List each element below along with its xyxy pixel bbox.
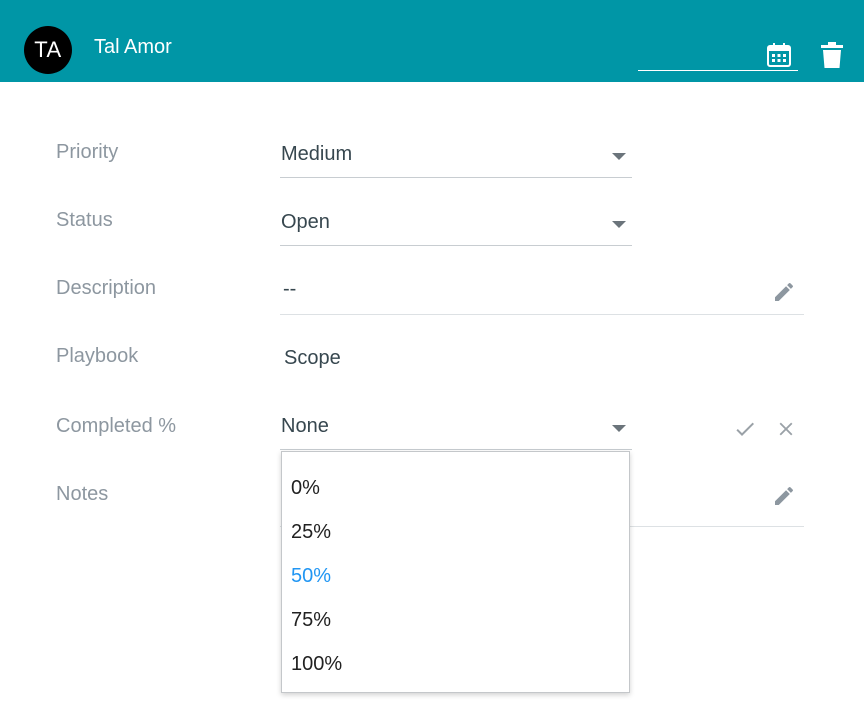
priority-label: Priority bbox=[56, 141, 119, 163]
check-icon[interactable] bbox=[733, 417, 757, 441]
status-select[interactable]: Open bbox=[280, 205, 632, 246]
trash-icon[interactable] bbox=[821, 42, 843, 68]
dropdown-option-75[interactable]: 75% bbox=[291, 609, 331, 632]
status-label: Status bbox=[56, 209, 113, 231]
playbook-label: Playbook bbox=[56, 345, 139, 367]
completed-dropdown-menu: 0% 25% 50% 75% 100% bbox=[281, 451, 630, 693]
calendar-icon[interactable] bbox=[766, 42, 792, 68]
completed-value: None bbox=[281, 415, 329, 437]
chevron-down-icon bbox=[612, 221, 626, 228]
header-bar: TA Tal Amor bbox=[0, 0, 864, 82]
pencil-icon[interactable] bbox=[772, 484, 796, 508]
description-field[interactable]: -- bbox=[280, 270, 804, 315]
chevron-down-icon bbox=[612, 153, 626, 160]
description-value: -- bbox=[283, 278, 297, 300]
user-name: Tal Amor bbox=[94, 36, 172, 58]
dropdown-option-50[interactable]: 50% bbox=[291, 565, 331, 588]
avatar[interactable]: TA bbox=[24, 26, 72, 74]
dropdown-option-100[interactable]: 100% bbox=[291, 653, 342, 676]
date-input[interactable] bbox=[638, 38, 798, 71]
description-label: Description bbox=[56, 277, 157, 299]
completed-label: Completed % bbox=[56, 415, 177, 437]
chevron-down-icon bbox=[612, 425, 626, 432]
playbook-value: Scope bbox=[284, 347, 341, 369]
completed-select[interactable]: None bbox=[280, 409, 632, 450]
notes-label: Notes bbox=[56, 483, 109, 505]
close-icon[interactable] bbox=[775, 418, 797, 440]
priority-value: Medium bbox=[281, 143, 353, 165]
pencil-icon[interactable] bbox=[772, 280, 796, 304]
status-value: Open bbox=[281, 211, 330, 233]
dropdown-option-0[interactable]: 0% bbox=[291, 477, 320, 500]
priority-select[interactable]: Medium bbox=[280, 137, 632, 178]
dropdown-option-25[interactable]: 25% bbox=[291, 521, 331, 544]
